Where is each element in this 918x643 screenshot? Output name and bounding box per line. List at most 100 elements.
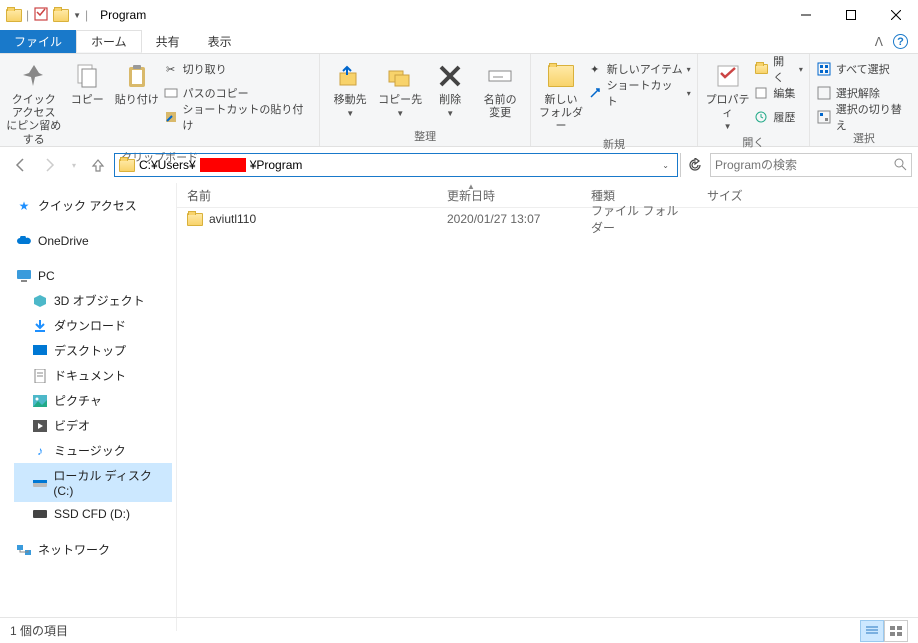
sidebar-desktop[interactable]: デスクトップ	[14, 338, 172, 363]
ribbon-collapse[interactable]: ᐱ ?	[865, 30, 918, 53]
picture-icon	[32, 393, 48, 409]
col-date[interactable]: 更新日時	[437, 183, 581, 207]
sidebar-pc[interactable]: PC	[14, 264, 172, 288]
music-icon: ♪	[32, 443, 48, 459]
address-suffix: ¥Program	[250, 158, 303, 172]
document-icon	[32, 368, 48, 384]
tab-file[interactable]: ファイル	[0, 30, 76, 53]
group-label-select: 選択	[816, 128, 912, 148]
view-icons-button[interactable]	[884, 620, 908, 642]
sidebar-documents[interactable]: ドキュメント	[14, 363, 172, 388]
open-icon	[753, 61, 769, 77]
scissors-icon: ✂	[163, 61, 179, 77]
sparkle-icon: ✦	[587, 61, 603, 77]
tab-share[interactable]: 共有	[142, 30, 194, 53]
col-name[interactable]: 名前▲	[177, 183, 437, 207]
edit-button[interactable]: 編集	[753, 82, 803, 104]
address-dropdown-icon[interactable]: ⌄	[656, 161, 675, 170]
qat-separator2: |	[85, 8, 88, 22]
paste-button[interactable]: 貼り付け	[113, 56, 161, 107]
file-name: aviutl110	[209, 212, 256, 226]
cut-button[interactable]: ✂切り取り	[163, 58, 314, 80]
group-label-new: 新規	[537, 134, 691, 154]
qat-properties-icon[interactable]	[33, 6, 49, 25]
search-icon	[893, 157, 907, 174]
link-icon	[587, 85, 603, 101]
sort-up-icon: ▲	[467, 182, 475, 191]
list-item[interactable]: aviutl110 2020/01/27 13:07 ファイル フォルダー	[177, 208, 918, 230]
selectall-icon	[816, 61, 832, 77]
close-button[interactable]	[873, 1, 918, 30]
search-box[interactable]	[710, 153, 912, 177]
newshortcut-button[interactable]: ショートカット▾	[587, 82, 691, 104]
ribbon-tabs: ファイル ホーム 共有 表示 ᐱ ?	[0, 30, 918, 54]
download-icon	[32, 318, 48, 334]
chevron-up-icon: ᐱ	[875, 35, 883, 49]
group-label-organize: 整理	[326, 126, 524, 146]
qat-dropdown-icon[interactable]: ▼	[73, 11, 81, 20]
address-folder-icon	[119, 159, 135, 172]
history-button[interactable]: 履歴	[753, 106, 803, 128]
qat-newfolder-icon[interactable]	[53, 9, 69, 22]
tab-home[interactable]: ホーム	[76, 30, 142, 53]
folder-icon	[187, 213, 203, 226]
sidebar-onedrive[interactable]: OneDrive	[14, 229, 172, 253]
minimize-button[interactable]	[783, 1, 828, 30]
rename-button[interactable]: 名前の 変更	[476, 56, 524, 120]
sidebar-quickaccess[interactable]: ★クイック アクセス	[14, 193, 172, 218]
help-icon[interactable]: ?	[893, 34, 908, 49]
sidebar-network[interactable]: ネットワーク	[14, 537, 172, 562]
sidebar-cdrive[interactable]: ローカル ディスク (C:)	[14, 463, 172, 502]
open-button[interactable]: 開く▾	[753, 58, 803, 80]
sidebar-ddrive[interactable]: SSD CFD (D:)	[14, 502, 172, 526]
recent-dropdown[interactable]: ▾	[66, 151, 82, 179]
address-input[interactable]	[306, 158, 652, 172]
navbar: ▾ C:¥Users¥ ¥Program ⌄	[0, 147, 918, 183]
selectinvert-button[interactable]: 選択の切り替え	[816, 106, 912, 128]
sidebar-pictures[interactable]: ピクチャ	[14, 388, 172, 413]
address-prefix: C:¥Users¥	[139, 158, 196, 172]
path-icon	[163, 85, 179, 101]
monitor-icon	[16, 268, 32, 284]
moveto-button[interactable]: 移動先▼	[326, 56, 374, 119]
qat-separator: |	[26, 8, 29, 22]
sidebar: ★クイック アクセス OneDrive PC 3D オブジェクト ダウンロード …	[0, 183, 176, 631]
item-count: 1 個の項目	[10, 622, 68, 639]
properties-button[interactable]: プロパティ▼	[704, 56, 752, 132]
address-redacted	[200, 158, 246, 172]
main-area: ★クイック アクセス OneDrive PC 3D オブジェクト ダウンロード …	[0, 183, 918, 631]
address-bar[interactable]: C:¥Users¥ ¥Program ⌄	[114, 153, 678, 177]
window-title: Program	[100, 8, 146, 22]
group-label-open: 開く	[704, 132, 803, 152]
delete-button[interactable]: 削除▼	[426, 56, 474, 119]
col-size[interactable]: サイズ	[697, 183, 777, 207]
tab-view[interactable]: 表示	[194, 30, 246, 53]
drive-icon	[32, 475, 47, 491]
refresh-button[interactable]	[680, 153, 708, 177]
maximize-button[interactable]	[828, 1, 873, 30]
back-button[interactable]	[6, 151, 34, 179]
up-button[interactable]	[84, 151, 112, 179]
file-list: 名前▲ 更新日時 種類 サイズ aviutl110 2020/01/27 13:…	[176, 183, 918, 631]
qat: | ▼	[6, 6, 81, 25]
sidebar-3dobjects[interactable]: 3D オブジェクト	[14, 288, 172, 313]
cube-icon	[32, 293, 48, 309]
newfolder-button[interactable]: 新しい フォルダー	[537, 56, 585, 134]
video-icon	[32, 418, 48, 434]
titlebar: | ▼ | Program	[0, 0, 918, 30]
search-input[interactable]	[715, 158, 893, 172]
pin-quickaccess-button[interactable]: クイック アクセス にピン留めする	[6, 56, 61, 147]
sidebar-downloads[interactable]: ダウンロード	[14, 313, 172, 338]
sidebar-music[interactable]: ♪ミュージック	[14, 438, 172, 463]
history-icon	[753, 109, 769, 125]
copy-button[interactable]: コピー	[63, 56, 111, 107]
ribbon-group-organize: 移動先▼ コピー先▼ 削除▼ 名前の 変更 整理	[320, 54, 531, 146]
copyto-button[interactable]: コピー先▼	[376, 56, 424, 119]
view-details-button[interactable]	[860, 620, 884, 642]
ribbon-group-clipboard: クイック アクセス にピン留めする コピー 貼り付け ✂切り取り パスのコピー …	[0, 54, 320, 146]
pasteshortcut-button[interactable]: ショートカットの貼り付け	[163, 106, 314, 128]
forward-button[interactable]	[36, 151, 64, 179]
ssd-icon	[32, 506, 48, 522]
selectall-button[interactable]: すべて選択	[816, 58, 912, 80]
sidebar-videos[interactable]: ビデオ	[14, 413, 172, 438]
